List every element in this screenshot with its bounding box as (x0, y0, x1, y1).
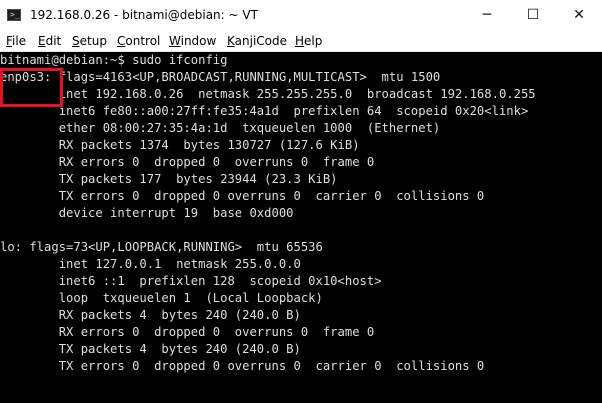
terminal-line-lo-rx-errors: RX errors 0 dropped 0 overruns 0 frame 0 (0, 325, 375, 339)
interface-name-highlight-box (0, 68, 63, 107)
terminal-line-enp0s3-tx-errors: TX errors 0 dropped 0 overruns 0 carrier… (0, 189, 485, 203)
menu-edit-label: dit (45, 34, 62, 48)
terminal-icon-glyph: >_ (10, 10, 20, 19)
terminal-app-icon[interactable]: >_ (7, 9, 21, 21)
minimize-icon: ─ (482, 7, 492, 23)
terminal-line-enp0s3-inet6: inet6 fe80::a00:27ff:fe35:4a1d prefixlen… (0, 104, 529, 118)
menu-setup[interactable]: Setup (72, 31, 107, 51)
terminal-line-enp0s3-rx-packets: RX packets 1374 bytes 130727 (127.6 KiB) (0, 138, 360, 152)
menu-setup-accel: S (72, 34, 80, 48)
close-button[interactable]: ✕ (556, 0, 602, 31)
title-bar[interactable]: >_ 192.168.0.26 - bitnami@debian: ~ VT ─… (0, 0, 602, 31)
terminal-line-lo-loop: loop txqueuelen 1 (Local Loopback) (0, 291, 323, 305)
close-icon: ✕ (573, 7, 585, 23)
terminal-line-enp0s3-flags: enp0s3: flags=4163<UP,BROADCAST,RUNNING,… (0, 70, 441, 84)
menu-setup-label: etup (79, 34, 107, 48)
terminal-line-enp0s3-tx-packets: TX packets 177 bytes 23944 (23.3 KiB) (0, 172, 338, 186)
terminal-line-prompt: bitnami@debian:~$ sudo ifconfig (0, 53, 228, 67)
terminal-line-enp0s3-device: device interrupt 19 base 0xd000 (0, 206, 294, 220)
menu-window-accel: W (169, 34, 181, 48)
menu-kanjicode-accel: K (227, 34, 235, 48)
menu-help-accel: H (295, 34, 305, 48)
menu-edit-accel: E (38, 34, 46, 48)
terminal-line-lo-rx-packets: RX packets 4 bytes 240 (240.0 B) (0, 308, 301, 322)
maximize-icon: ☐ (526, 7, 540, 23)
menu-file[interactable]: File (6, 31, 26, 51)
terminal-line-lo-flags: lo: flags=73<UP,LOOPBACK,RUNNING> mtu 65… (0, 240, 323, 254)
menu-control[interactable]: Control (117, 31, 160, 51)
menu-help[interactable]: Help (295, 31, 322, 51)
terminal-line-lo-tx-errors: TX errors 0 dropped 0 overruns 0 carrier… (0, 359, 485, 373)
window-title: 192.168.0.26 - bitnami@debian: ~ VT (30, 8, 258, 22)
menu-edit[interactable]: Edit (38, 31, 61, 51)
menu-help-label: elp (304, 34, 323, 48)
menu-control-label: ontrol (125, 34, 161, 48)
menu-kanjicode-label: anjiCode (234, 34, 288, 48)
terminal-line-enp0s3-ether: ether 08:00:27:35:4a:1d txqueuelen 1000 … (0, 121, 441, 135)
terminal-line-lo-inet6: inet6 ::1 prefixlen 128 scopeid 0x10<hos… (0, 274, 382, 288)
terminal-line-enp0s3-rx-errors: RX errors 0 dropped 0 overruns 0 frame 0 (0, 155, 375, 169)
minimize-button[interactable]: ─ (464, 0, 510, 31)
menu-window[interactable]: Window (169, 31, 216, 51)
menu-file-label: ile (12, 34, 27, 48)
menu-bar: File Edit Setup Control Window KanjiCode… (0, 31, 602, 52)
terminal-line-enp0s3-inet: inet 192.168.0.26 netmask 255.255.255.0 … (0, 87, 536, 101)
terminal-line-lo-tx-packets: TX packets 4 bytes 240 (240.0 B) (0, 342, 301, 356)
maximize-button[interactable]: ☐ (510, 0, 556, 31)
menu-window-label: indow (180, 34, 217, 48)
terminal-screen[interactable]: bitnami@debian:~$ sudo ifconfig enp0s3: … (0, 52, 602, 403)
terminal-line-lo-inet: inet 127.0.0.1 netmask 255.0.0.0 (0, 257, 301, 271)
menu-kanjicode[interactable]: KanjiCode (227, 31, 287, 51)
